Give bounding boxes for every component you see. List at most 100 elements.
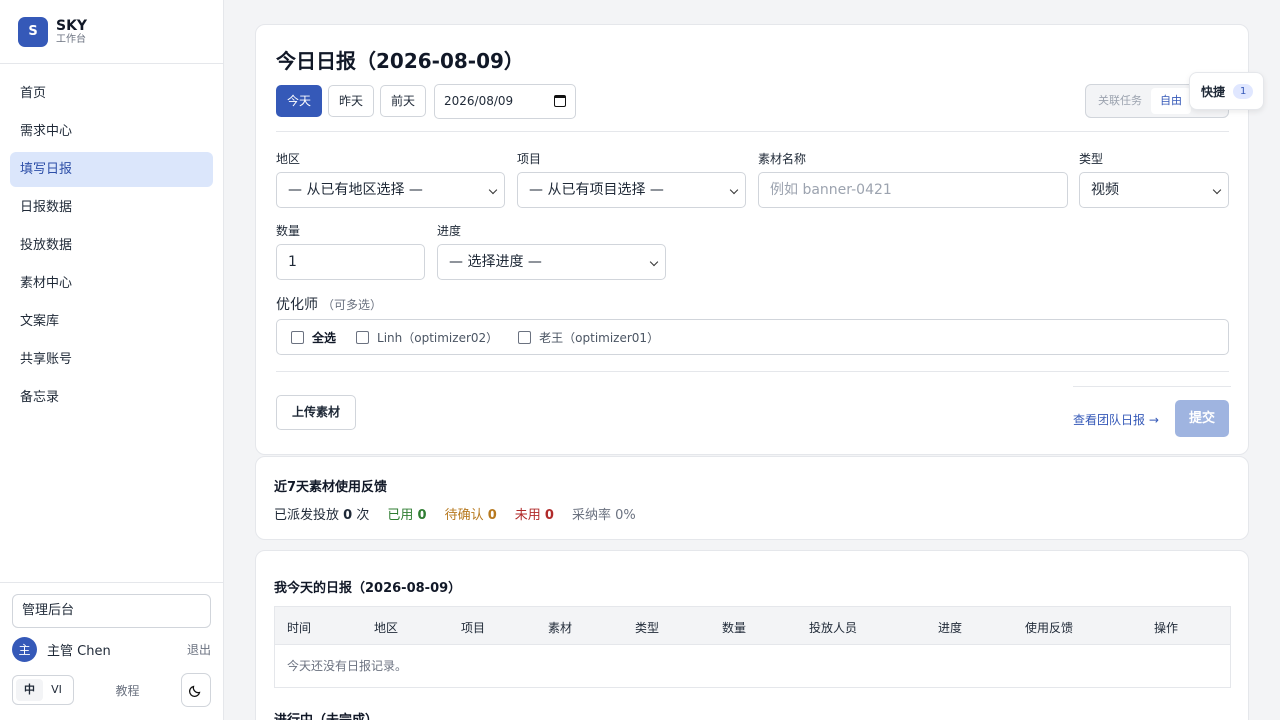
sidebar: S SKY 工作台 首页 需求中心 填写日报 日报数据 投放数据 素材中心 文案… <box>0 0 224 720</box>
feedback-title: 近7天素材使用反馈 <box>274 480 388 495</box>
dispatched-stat: 已派发投放 0 次 <box>274 504 369 523</box>
date-input[interactable]: 2026/08/09 <box>434 84 576 119</box>
sidebar-nav: 首页 需求中心 填写日报 日报数据 投放数据 素材中心 文案库 共享账号 备忘录 <box>0 64 223 430</box>
quantity-input[interactable]: 1 <box>276 244 425 280</box>
optimizer-checkbox-laowang[interactable]: 老王（optimizer01） <box>518 329 659 346</box>
pending-label: 待确认 <box>444 508 484 523</box>
material-label: 素材名称 <box>758 152 807 166</box>
optimizer-hint: （可多选） <box>322 298 383 312</box>
divider <box>276 371 1229 372</box>
admin-button[interactable]: 管理后台 <box>12 594 211 628</box>
nav-item-home[interactable]: 首页 <box>10 76 213 111</box>
dispatched-count: 0 <box>343 508 353 523</box>
table-header: 时间 地区 项目 素材 类型 数量 投放人员 进度 使用反馈 操作 <box>275 607 1230 645</box>
page-title: 今日日报（2026-08-09） <box>276 49 524 73</box>
material-name-input[interactable]: 例如 banner-0421 <box>758 172 1068 208</box>
used-label: 已用 <box>387 508 414 523</box>
date-value: 2026/08/09 <box>444 94 514 108</box>
unused-stat: 未用 0 <box>515 504 554 523</box>
nav-item-copy-library[interactable]: 文案库 <box>10 304 213 339</box>
region-label: 地区 <box>276 152 301 166</box>
optimizer-label-text: 优化师 <box>276 297 318 313</box>
shortcut-label: 快捷 <box>1201 84 1226 99</box>
lang-zh-button[interactable]: 中 <box>16 679 43 701</box>
team-report-link[interactable]: 查看团队日报 → <box>1073 411 1159 428</box>
project-value: — 从已有项目选择 — <box>529 182 664 198</box>
chevron-down-icon <box>649 257 659 267</box>
project-label: 项目 <box>517 152 542 166</box>
calendar-icon <box>554 95 566 107</box>
col-region: 地区 <box>374 621 399 635</box>
used-stat: 已用 0 <box>387 504 426 523</box>
reports-table: 时间 地区 项目 素材 类型 数量 投放人员 进度 使用反馈 操作 今天还没有日… <box>274 606 1231 688</box>
moon-icon <box>188 685 201 698</box>
col-project: 项目 <box>461 621 486 635</box>
chevron-down-icon <box>1212 185 1222 195</box>
sidebar-footer: 管理后台 主 主管 Chen 退出 中 VI 教程 <box>0 582 223 720</box>
submit-button[interactable]: 提交 <box>1175 400 1229 437</box>
nav-item-materials[interactable]: 素材中心 <box>10 266 213 301</box>
optimizer-label-laowang: 老王（optimizer01） <box>539 330 660 345</box>
col-type: 类型 <box>635 621 660 635</box>
progress-select[interactable]: — 选择进度 — <box>437 244 666 280</box>
col-ad-staff: 投放人员 <box>809 621 858 635</box>
optimizer-checkbox-linh[interactable]: Linh（optimizer02） <box>356 329 498 346</box>
tutorial-link[interactable]: 教程 <box>74 682 181 699</box>
col-quantity: 数量 <box>722 621 747 635</box>
day-before-button[interactable]: 前天 <box>380 85 426 117</box>
feedback-stats: 已派发投放 0 次 已用 0 待确认 0 未用 0 采纳率 0% <box>274 504 654 523</box>
today-button[interactable]: 今天 <box>276 85 322 117</box>
in-progress-title: 进行中（未完成） <box>274 709 378 720</box>
checkbox-icon <box>518 330 532 344</box>
progress-label: 进度 <box>437 224 462 238</box>
col-material: 素材 <box>548 621 573 635</box>
unused-count: 0 <box>544 508 554 523</box>
col-time: 时间 <box>287 621 312 635</box>
chevron-down-icon <box>729 185 739 195</box>
quantity-label: 数量 <box>276 224 301 238</box>
logout-link[interactable]: 退出 <box>187 641 211 658</box>
brand-name: SKY <box>56 17 88 34</box>
optimizer-label-linh: Linh（optimizer02） <box>377 330 499 345</box>
avatar: 主 <box>12 636 37 662</box>
nav-item-ad-data[interactable]: 投放数据 <box>10 228 213 263</box>
nav-item-memo[interactable]: 备忘录 <box>10 380 213 415</box>
type-value: 视频 <box>1091 182 1119 198</box>
my-reports-title: 我今天的日报（2026-08-09） <box>274 581 462 596</box>
col-actions: 操作 <box>1154 621 1179 635</box>
mode-free[interactable]: 自由 <box>1151 88 1191 114</box>
mode-linked-task[interactable]: 关联任务 <box>1089 88 1151 114</box>
feedback-card: 近7天素材使用反馈 已派发投放 0 次 已用 0 待确认 0 未用 0 采纳率 … <box>255 456 1249 540</box>
pending-count: 0 <box>487 508 497 523</box>
region-value: — 从已有地区选择 — <box>288 182 423 198</box>
select-all-label: 全选 <box>312 330 337 345</box>
nav-item-requirements[interactable]: 需求中心 <box>10 114 213 149</box>
project-select[interactable]: — 从已有项目选择 — <box>517 172 746 208</box>
nav-item-shared-accounts[interactable]: 共享账号 <box>10 342 213 377</box>
daily-report-card: 今日日报（2026-08-09） 今天 昨天 前天 2026/08/09 关联任… <box>255 24 1249 455</box>
brand: S SKY 工作台 <box>0 0 223 64</box>
col-progress: 进度 <box>938 621 963 635</box>
type-select[interactable]: 视频 <box>1079 172 1229 208</box>
nav-item-daily-report[interactable]: 填写日报 <box>10 152 213 187</box>
optimizer-checkbox-group: 全选 Linh（optimizer02） 老王（optimizer01） <box>276 319 1229 355</box>
shortcut-button[interactable]: 快捷 1 <box>1189 72 1264 110</box>
brand-logo: S <box>18 16 48 47</box>
region-select[interactable]: — 从已有地区选择 — <box>276 172 505 208</box>
type-label: 类型 <box>1079 152 1104 166</box>
yesterday-button[interactable]: 昨天 <box>328 85 374 117</box>
material-placeholder: 例如 banner-0421 <box>770 182 892 198</box>
footer-controls: 中 VI 教程 <box>12 672 211 708</box>
brand-subtitle: 工作台 <box>56 33 86 45</box>
chevron-down-icon <box>488 185 498 195</box>
dispatched-suffix: 次 <box>356 508 370 523</box>
upload-material-button[interactable]: 上传素材 <box>276 395 356 430</box>
nav-item-report-data[interactable]: 日报数据 <box>10 190 213 225</box>
divider <box>1073 386 1231 387</box>
lang-vi-button[interactable]: VI <box>43 679 70 701</box>
dispatched-label: 已派发投放 <box>274 508 340 523</box>
select-all-checkbox[interactable]: 全选 <box>291 329 336 346</box>
theme-toggle-button[interactable] <box>181 673 211 707</box>
shortcut-count-badge: 1 <box>1233 83 1254 99</box>
user-row: 主 主管 Chen 退出 <box>12 636 211 662</box>
